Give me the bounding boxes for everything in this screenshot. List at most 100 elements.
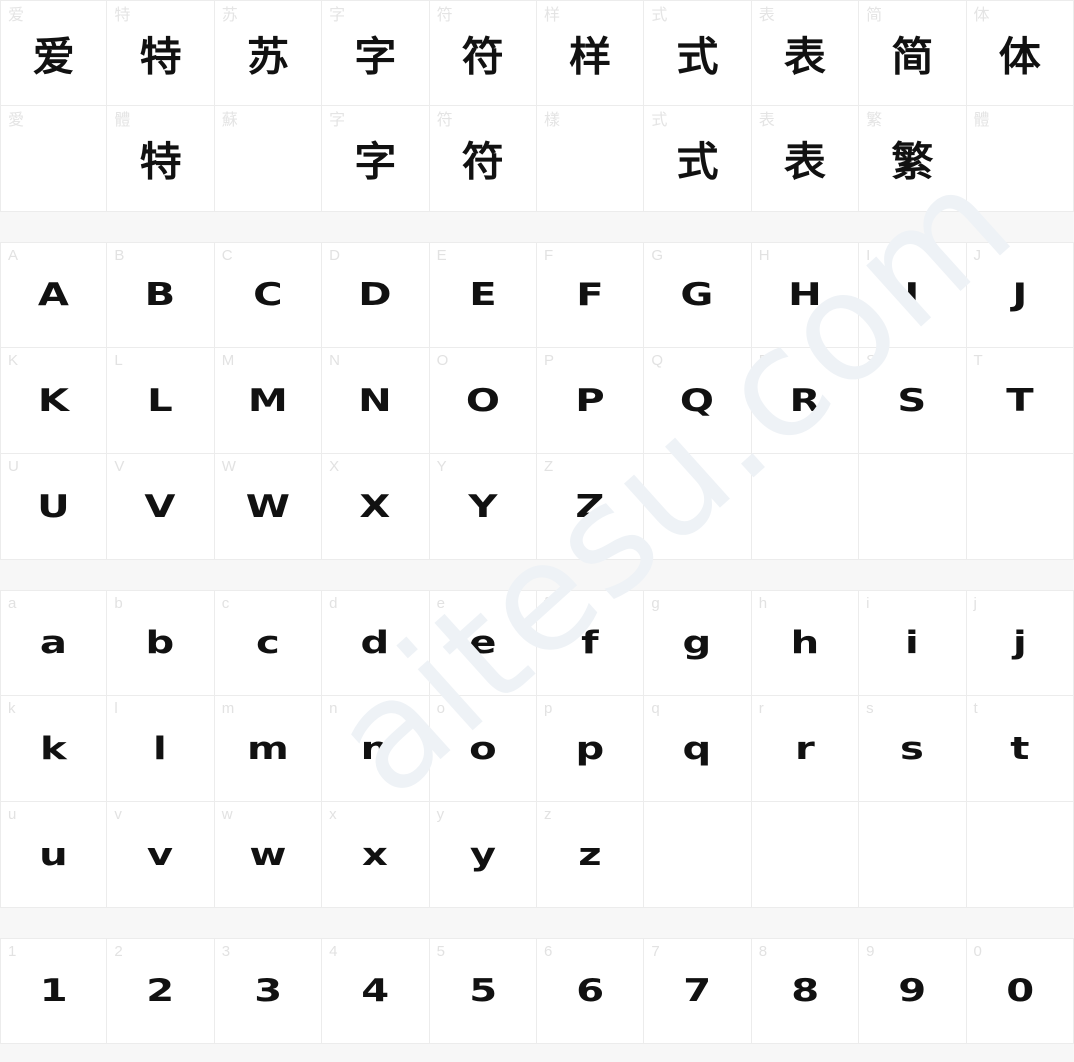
glyph-cell[interactable]: kk [0,696,108,802]
cell-glyph: U [37,488,71,525]
glyph-cell[interactable]: DD [322,242,430,348]
cell-glyph: G [680,276,715,314]
glyph-cell[interactable]: 表表 [751,0,860,106]
glyph-cell[interactable] [751,454,860,560]
glyph-cell[interactable]: WW [214,454,323,560]
row-simplified-sample: 爱爱特特苏苏字字符符样样式式表表简简体体 [0,0,1074,106]
glyph-cell[interactable]: pp [536,696,645,802]
cell-glyph: z [578,836,603,873]
glyph-cell[interactable]: 体体 [966,0,1074,106]
glyph-cell[interactable]: YY [429,454,537,560]
glyph-cell[interactable] [644,802,752,908]
glyph-cell[interactable]: qq [644,696,752,802]
glyph-cell[interactable]: zz [536,802,645,908]
glyph-cell[interactable]: 字字 [322,106,430,212]
glyph-cell[interactable]: 样样 [536,0,645,106]
glyph-cell[interactable]: mm [214,696,323,802]
glyph-cell[interactable] [859,454,967,560]
glyph-cell[interactable]: 表表 [751,106,860,212]
glyph-cell[interactable]: 44 [322,938,430,1044]
cell-glyph: Q [680,382,715,419]
glyph-cell[interactable]: JJ [966,242,1074,348]
glyph-cell[interactable]: OO [429,348,537,454]
glyph-cell[interactable]: 88 [751,938,860,1044]
glyph-cell[interactable]: BB [107,242,215,348]
cell-glyph [967,806,1073,903]
glyph-cell[interactable] [751,802,860,908]
glyph-cell[interactable]: CC [214,242,323,348]
glyph-cell[interactable]: 愛 [0,106,108,212]
glyph-cell[interactable]: EE [429,242,537,348]
glyph-cell[interactable]: 符符 [429,106,537,212]
glyph-cell[interactable]: RR [751,348,860,454]
glyph-cell[interactable]: 99 [859,938,967,1044]
glyph-cell[interactable]: gg [644,590,752,696]
glyph-cell[interactable]: 體 [966,106,1074,212]
glyph-cell[interactable]: 22 [107,938,215,1044]
glyph-cell[interactable]: ss [859,696,967,802]
cell-glyph: 8 [790,972,819,1010]
glyph-cell[interactable]: 00 [966,938,1074,1044]
glyph-cell[interactable]: aa [0,590,108,696]
glyph-cell[interactable]: ff [536,590,645,696]
glyph-cell[interactable]: cc [214,590,323,696]
glyph-cell[interactable]: HH [751,242,860,348]
glyph-cell[interactable]: yy [429,802,537,908]
glyph-cell[interactable] [966,802,1074,908]
glyph-cell[interactable] [966,454,1074,560]
glyph-cell[interactable]: ll [107,696,215,802]
glyph-cell[interactable]: 樣 [536,106,645,212]
glyph-cell[interactable]: oo [429,696,537,802]
glyph-cell[interactable]: MM [214,348,323,454]
glyph-cell[interactable]: UU [0,454,108,560]
glyph-cell[interactable]: PP [536,348,645,454]
glyph-cell[interactable]: XX [322,454,430,560]
character-map-sections: 爱爱特特苏苏字字符符样样式式表表简简体体愛體特蘇字字符符樣式式表表繁繁體AABB… [0,0,1074,1044]
glyph-cell[interactable]: 55 [429,938,537,1044]
cell-glyph: 5 [468,972,497,1010]
glyph-cell[interactable]: QQ [644,348,752,454]
glyph-cell[interactable]: 蘇 [214,106,323,212]
glyph-cell[interactable]: xx [322,802,430,908]
glyph-cell[interactable]: hh [751,590,860,696]
glyph-cell[interactable]: NN [322,348,430,454]
glyph-cell[interactable]: vv [107,802,215,908]
glyph-cell[interactable]: 77 [644,938,752,1044]
glyph-cell[interactable]: VV [107,454,215,560]
glyph-cell[interactable]: ii [859,590,967,696]
glyph-cell[interactable] [644,454,752,560]
glyph-cell[interactable]: 式式 [644,0,752,106]
glyph-cell[interactable]: 66 [536,938,645,1044]
glyph-cell[interactable]: 特特 [107,0,215,106]
glyph-cell[interactable]: 體特 [107,106,215,212]
glyph-cell[interactable]: GG [644,242,752,348]
glyph-cell[interactable]: 苏苏 [214,0,323,106]
glyph-cell[interactable]: bb [107,590,215,696]
glyph-cell[interactable]: nn [322,696,430,802]
glyph-cell[interactable]: uu [0,802,108,908]
cell-glyph: Y [467,488,498,525]
glyph-cell[interactable]: ww [214,802,323,908]
glyph-cell[interactable]: AA [0,242,108,348]
glyph-cell[interactable]: 33 [214,938,323,1044]
glyph-cell[interactable]: 繁繁 [859,106,967,212]
glyph-cell[interactable]: tt [966,696,1074,802]
glyph-cell[interactable]: 简简 [859,0,967,106]
glyph-cell[interactable]: 爱爱 [0,0,108,106]
glyph-cell[interactable]: 字字 [322,0,430,106]
glyph-cell[interactable]: ZZ [536,454,645,560]
glyph-cell[interactable]: SS [859,348,967,454]
glyph-cell[interactable]: II [859,242,967,348]
glyph-cell[interactable]: jj [966,590,1074,696]
glyph-cell[interactable]: dd [322,590,430,696]
glyph-cell[interactable]: ee [429,590,537,696]
glyph-cell[interactable]: 式式 [644,106,752,212]
glyph-cell[interactable]: TT [966,348,1074,454]
glyph-cell[interactable]: FF [536,242,645,348]
glyph-cell[interactable] [859,802,967,908]
glyph-cell[interactable]: rr [751,696,860,802]
glyph-cell[interactable]: KK [0,348,108,454]
glyph-cell[interactable]: 符符 [429,0,537,106]
glyph-cell[interactable]: LL [107,348,215,454]
glyph-cell[interactable]: 11 [0,938,108,1044]
